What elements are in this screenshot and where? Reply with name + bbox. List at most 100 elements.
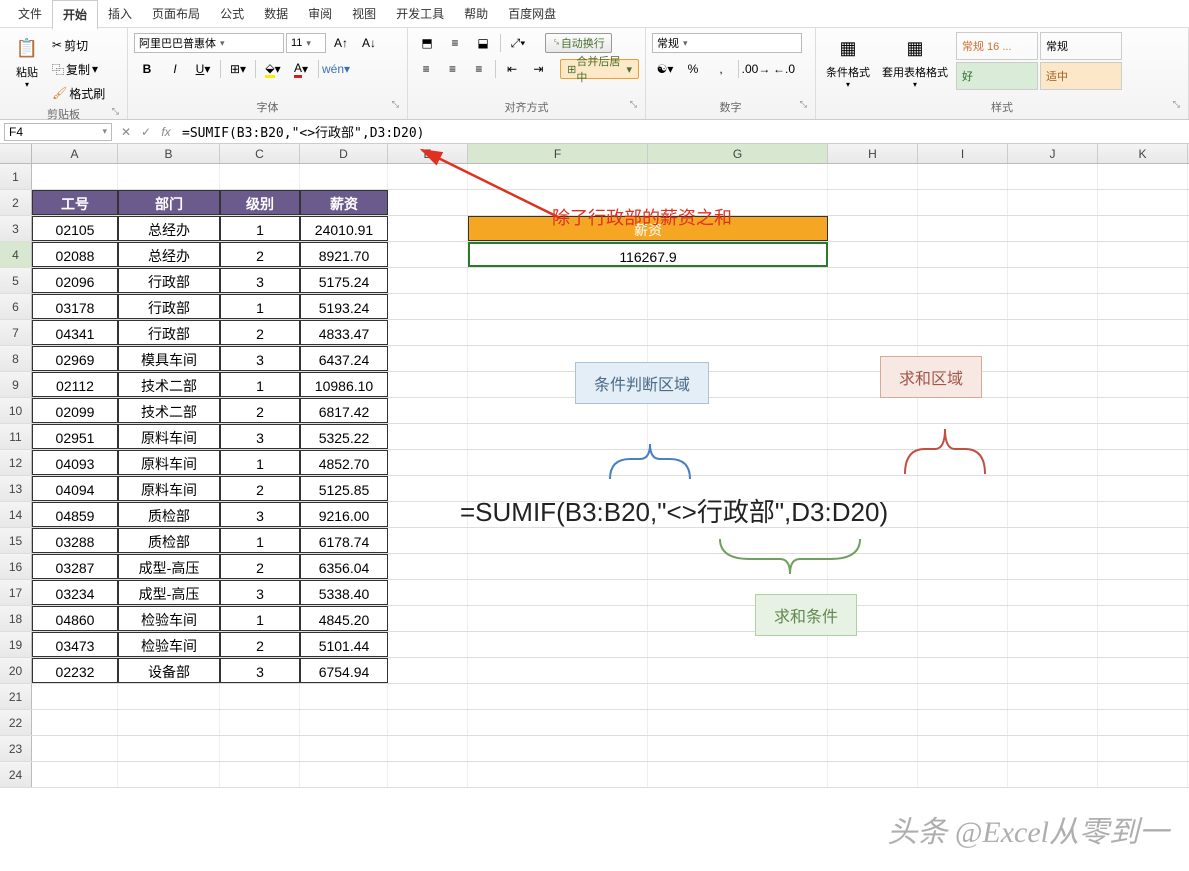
cell-G22[interactable] <box>648 710 828 735</box>
cell-A12[interactable]: 04093 <box>32 450 118 475</box>
cell-J20[interactable] <box>1008 658 1098 683</box>
align-right-button[interactable]: ≡ <box>467 59 491 79</box>
cell-K4[interactable] <box>1098 242 1188 267</box>
cell-F1[interactable] <box>468 164 648 189</box>
cell-J24[interactable] <box>1008 762 1098 787</box>
cell-H10[interactable] <box>828 398 918 423</box>
align-top-button[interactable]: ⬒ <box>414 33 440 53</box>
menu-公式[interactable]: 公式 <box>210 0 254 27</box>
cell-K20[interactable] <box>1098 658 1188 683</box>
cell-H3[interactable] <box>828 216 918 241</box>
cell-H20[interactable] <box>828 658 918 683</box>
cell-I5[interactable] <box>918 268 1008 293</box>
cell-K13[interactable] <box>1098 476 1188 501</box>
cell-B15[interactable]: 质检部 <box>118 528 220 553</box>
cell-J12[interactable] <box>1008 450 1098 475</box>
row-header-9[interactable]: 9 <box>0 372 32 397</box>
cell-K24[interactable] <box>1098 762 1188 787</box>
cell-I16[interactable] <box>918 554 1008 579</box>
col-header-G[interactable]: G <box>648 144 828 163</box>
col-header-B[interactable]: B <box>118 144 220 163</box>
row-header-7[interactable]: 7 <box>0 320 32 345</box>
cell-E10[interactable] <box>388 398 468 423</box>
cell-G1[interactable] <box>648 164 828 189</box>
cell-A15[interactable]: 03288 <box>32 528 118 553</box>
cell-F6[interactable] <box>468 294 648 319</box>
cell-J8[interactable] <box>1008 346 1098 371</box>
border-button[interactable]: ⊞▾ <box>225 59 251 79</box>
cell-E14[interactable] <box>388 502 468 527</box>
cell-B20[interactable]: 设备部 <box>118 658 220 683</box>
cell-E6[interactable] <box>388 294 468 319</box>
font-name-combo[interactable]: 阿里巴巴普惠体 <box>134 33 284 53</box>
cell-I9[interactable] <box>918 372 1008 397</box>
cell-F17[interactable] <box>468 580 648 605</box>
cell-H2[interactable] <box>828 190 918 215</box>
cell-K9[interactable] <box>1098 372 1188 397</box>
cell-F22[interactable] <box>468 710 648 735</box>
cell-E21[interactable] <box>388 684 468 709</box>
cell-D2[interactable]: 薪资 <box>300 190 388 215</box>
cell-K22[interactable] <box>1098 710 1188 735</box>
menu-帮助[interactable]: 帮助 <box>454 0 498 27</box>
cell-D14[interactable]: 9216.00 <box>300 502 388 527</box>
cell-B19[interactable]: 检验车间 <box>118 632 220 657</box>
cell-A5[interactable]: 02096 <box>32 268 118 293</box>
cell-E22[interactable] <box>388 710 468 735</box>
cell-J6[interactable] <box>1008 294 1098 319</box>
cell-F9[interactable] <box>468 372 648 397</box>
cell-D6[interactable]: 5193.24 <box>300 294 388 319</box>
cell-B9[interactable]: 技术二部 <box>118 372 220 397</box>
cell-G10[interactable] <box>648 398 828 423</box>
menu-数据[interactable]: 数据 <box>254 0 298 27</box>
inc-decimal-button[interactable]: .00→ <box>743 59 769 79</box>
cell-F16[interactable] <box>468 554 648 579</box>
cell-C6[interactable]: 1 <box>220 294 300 319</box>
cell-D5[interactable]: 5175.24 <box>300 268 388 293</box>
cell-A1[interactable] <box>32 164 118 189</box>
cell-A6[interactable]: 03178 <box>32 294 118 319</box>
cell-H18[interactable] <box>828 606 918 631</box>
row-header-11[interactable]: 11 <box>0 424 32 449</box>
cell-F3[interactable]: 薪资 <box>468 216 828 241</box>
cell-H14[interactable] <box>828 502 918 527</box>
cell-K6[interactable] <box>1098 294 1188 319</box>
cell-H19[interactable] <box>828 632 918 657</box>
col-header-F[interactable]: F <box>468 144 648 163</box>
cell-H23[interactable] <box>828 736 918 761</box>
cell-C23[interactable] <box>220 736 300 761</box>
row-header-4[interactable]: 4 <box>0 242 32 267</box>
cell-J9[interactable] <box>1008 372 1098 397</box>
cell-E1[interactable] <box>388 164 468 189</box>
cell-F20[interactable] <box>468 658 648 683</box>
cell-E18[interactable] <box>388 606 468 631</box>
cell-D4[interactable]: 8921.70 <box>300 242 388 267</box>
row-header-18[interactable]: 18 <box>0 606 32 631</box>
cell-K11[interactable] <box>1098 424 1188 449</box>
cell-J1[interactable] <box>1008 164 1098 189</box>
cell-F24[interactable] <box>468 762 648 787</box>
number-format-combo[interactable]: 常规 <box>652 33 802 53</box>
cell-F23[interactable] <box>468 736 648 761</box>
cell-K21[interactable] <box>1098 684 1188 709</box>
cell-C3[interactable]: 1 <box>220 216 300 241</box>
cell-D24[interactable] <box>300 762 388 787</box>
cell-A19[interactable]: 03473 <box>32 632 118 657</box>
cell-K1[interactable] <box>1098 164 1188 189</box>
cell-E23[interactable] <box>388 736 468 761</box>
cell-B7[interactable]: 行政部 <box>118 320 220 345</box>
col-header-I[interactable]: I <box>918 144 1008 163</box>
format-painter-button[interactable]: 🖌 格式刷 <box>52 82 105 104</box>
cell-J10[interactable] <box>1008 398 1098 423</box>
cell-H1[interactable] <box>828 164 918 189</box>
formula-input[interactable]: =SUMIF(B3:B20,"<>行政部",D3:D20) <box>176 122 1189 141</box>
cell-A18[interactable]: 04860 <box>32 606 118 631</box>
cell-K16[interactable] <box>1098 554 1188 579</box>
row-header-8[interactable]: 8 <box>0 346 32 371</box>
cell-G5[interactable] <box>648 268 828 293</box>
cell-style-2[interactable]: 常规 <box>1040 32 1122 60</box>
cell-A20[interactable]: 02232 <box>32 658 118 683</box>
cell-I3[interactable] <box>918 216 1008 241</box>
cell-B18[interactable]: 检验车间 <box>118 606 220 631</box>
align-middle-button[interactable]: ≡ <box>442 33 468 53</box>
